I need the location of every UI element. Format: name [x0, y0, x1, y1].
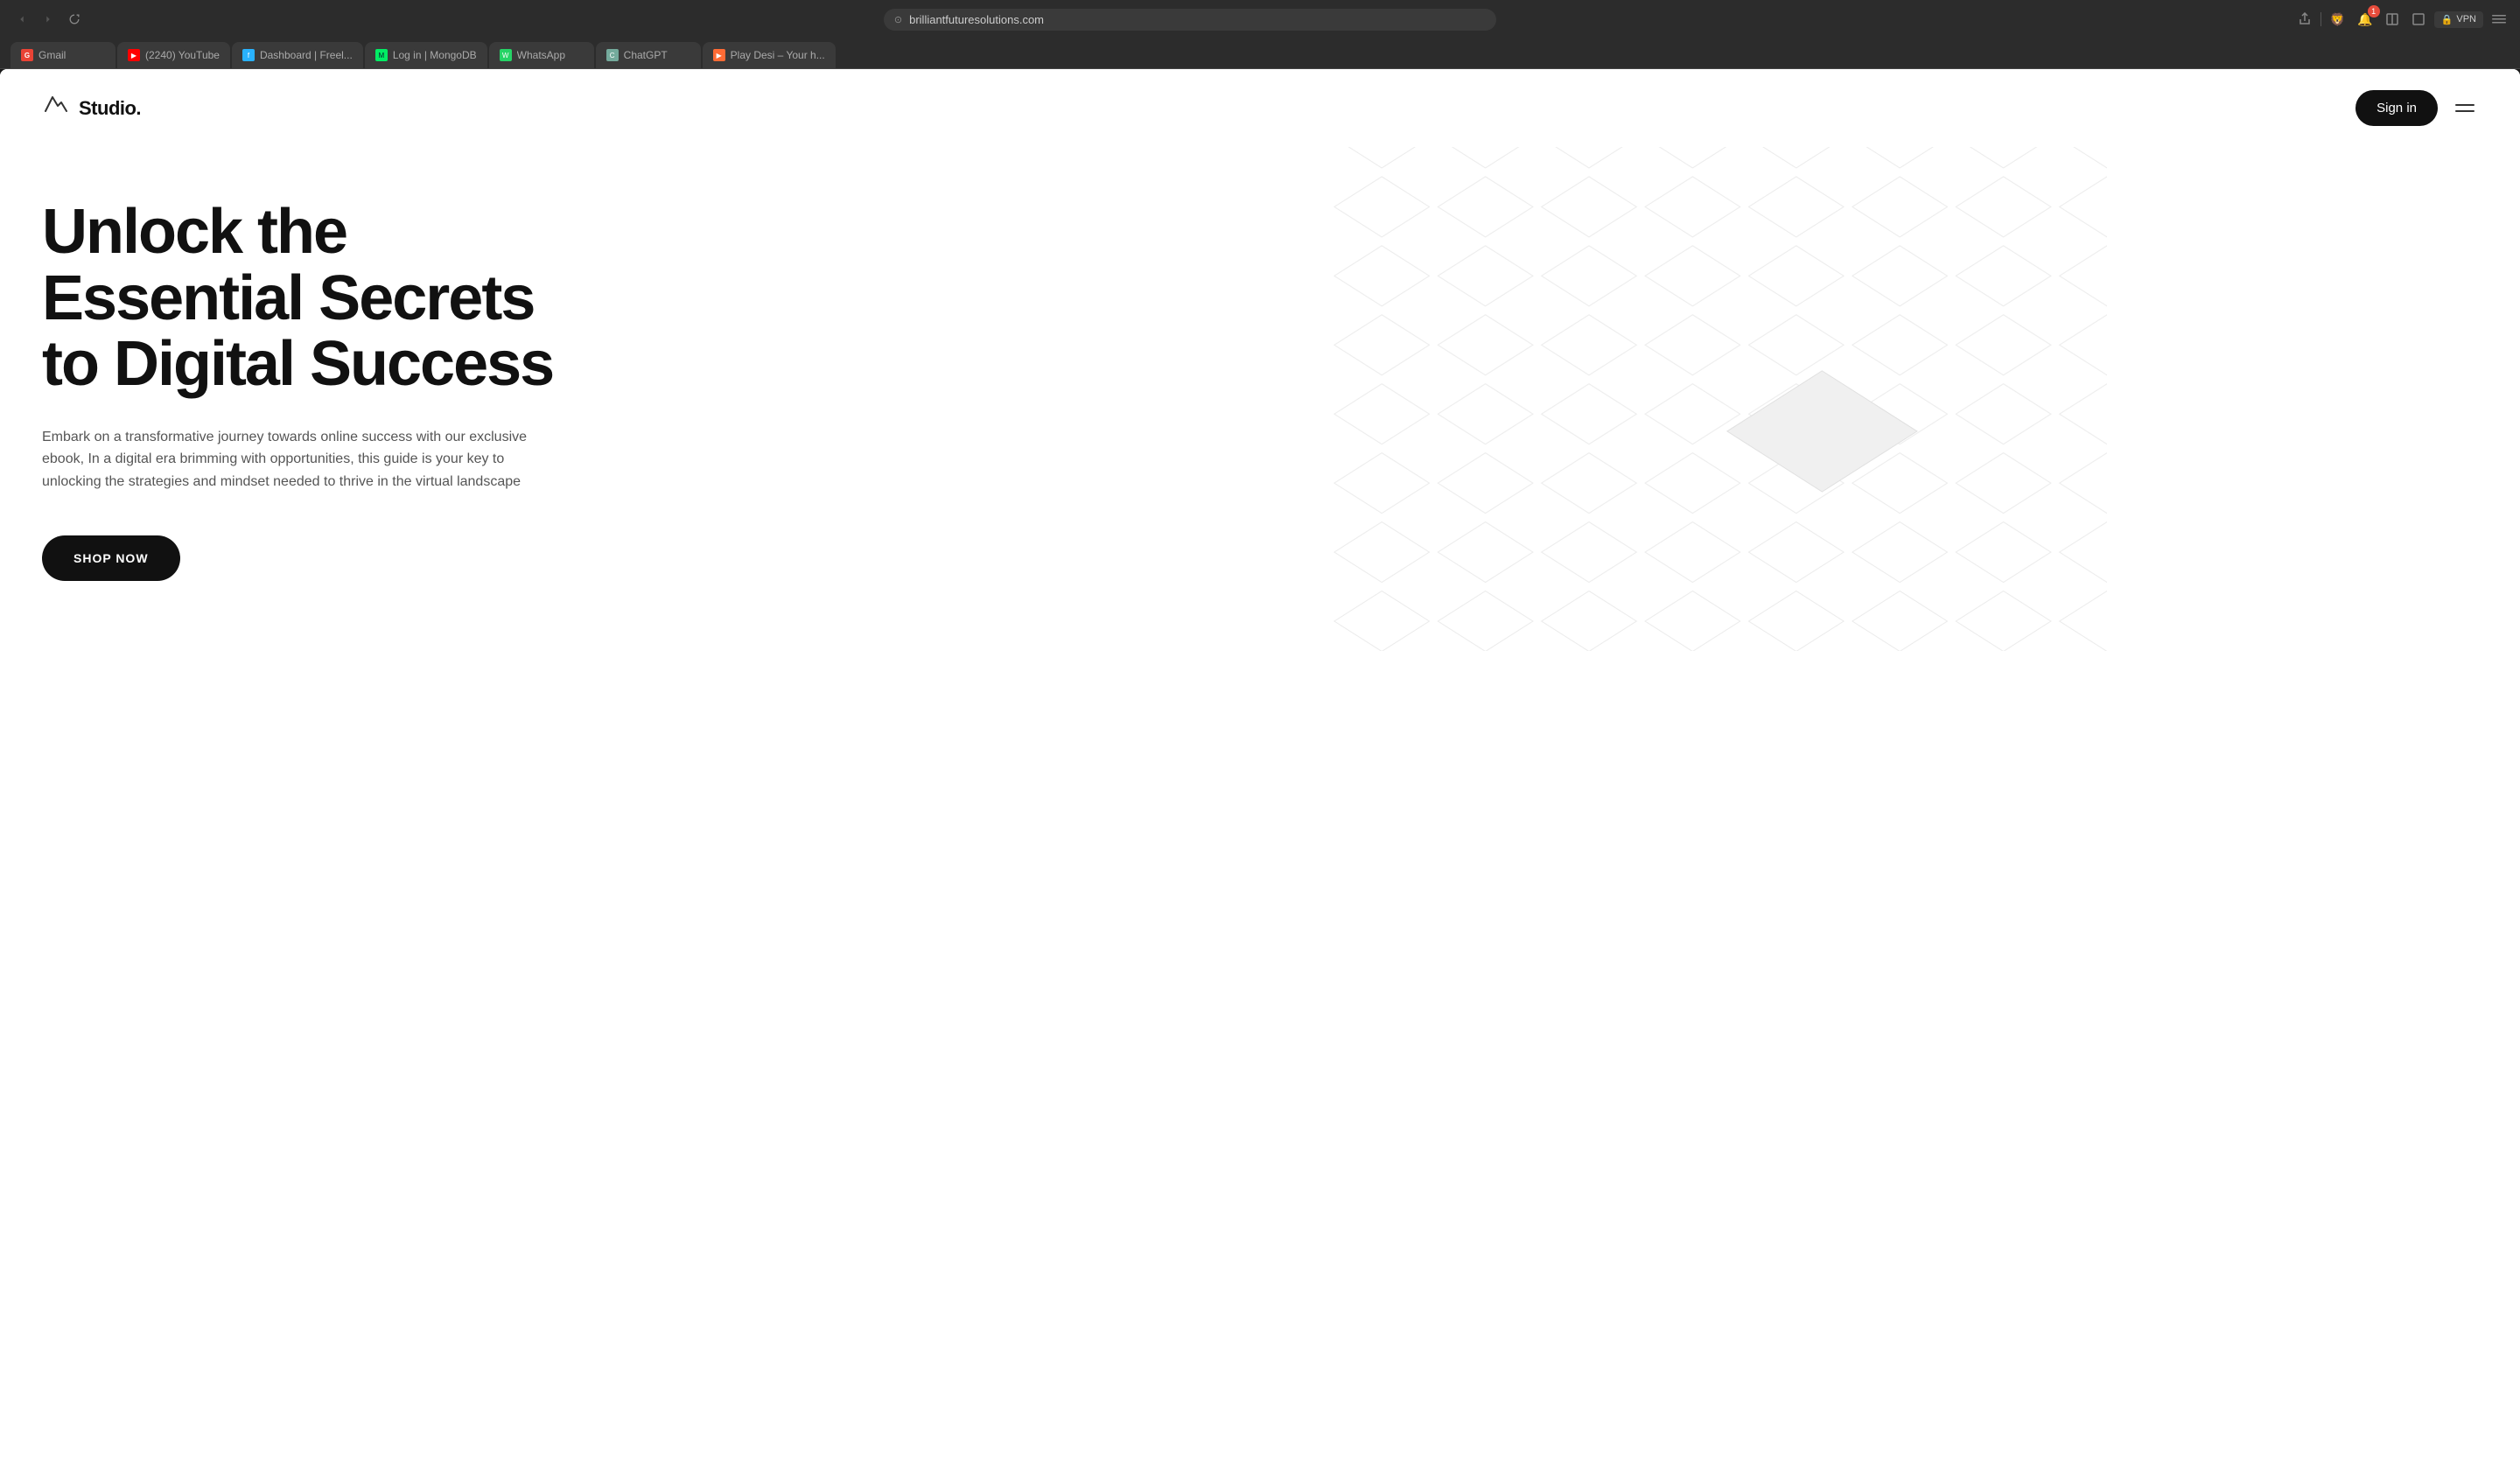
browser-actions: 🦁 🔔 1 🔒 VPN: [2294, 9, 2510, 31]
vpn-label: VPN: [2456, 14, 2476, 24]
site-logo: Studio.: [42, 92, 141, 124]
tab-label-freelancer: Dashboard | Freel...: [260, 49, 353, 61]
tab-label-youtube: (2240) YouTube: [145, 49, 220, 61]
logo-text: Studio.: [79, 97, 141, 120]
tab-favicon-playdesi: ▶: [713, 49, 725, 61]
address-bar[interactable]: ⊙ brilliantfuturesolutions.com: [884, 9, 1496, 31]
hero-section: Unlock the Essential Secrets to Digital …: [0, 147, 2520, 651]
browser-tabs: G Gmail ▶ (2240) YouTube f Dashboard | F…: [0, 38, 2520, 68]
share-button[interactable]: [2294, 9, 2315, 30]
tab-favicon-chatgpt: C: [606, 49, 619, 61]
background-pattern: [900, 147, 2520, 651]
tab-label-whatsapp: WhatsApp: [517, 49, 565, 61]
website-wrapper: Studio. Sign in Unlock t: [0, 69, 2520, 1462]
address-text: brilliantfuturesolutions.com: [909, 13, 1486, 26]
tab-favicon-whatsapp: W: [500, 49, 512, 61]
sign-in-button[interactable]: Sign in: [2356, 90, 2438, 126]
tab-favicon-freelancer: f: [242, 49, 255, 61]
nav-buttons: [10, 10, 86, 29]
brave-shield-button[interactable]: 🦁: [2327, 9, 2348, 31]
tab-mongodb[interactable]: M Log in | MongoDB: [365, 42, 487, 68]
tab-label-gmail: Gmail: [38, 49, 66, 61]
browser-toolbar: ⊙ brilliantfuturesolutions.com 🦁 🔔 1: [0, 0, 2520, 38]
tab-favicon-gmail: G: [21, 49, 33, 61]
hero-title-line3: to Digital Success: [42, 329, 553, 399]
tab-label-chatgpt: ChatGPT: [624, 49, 668, 61]
tab-gmail[interactable]: G Gmail: [10, 42, 116, 68]
reload-button[interactable]: [63, 10, 86, 29]
menu-line-1: [2455, 104, 2474, 106]
hero-title-line1: Unlock the: [42, 197, 346, 267]
logo-icon: [42, 92, 70, 124]
tab-chatgpt[interactable]: C ChatGPT: [596, 42, 701, 68]
menu-line-2: [2455, 110, 2474, 112]
tab-favicon-youtube: ▶: [128, 49, 140, 61]
download-button[interactable]: [2408, 9, 2429, 30]
browser-chrome: ⊙ brilliantfuturesolutions.com 🦁 🔔 1: [0, 0, 2520, 68]
back-button[interactable]: [10, 10, 33, 29]
notification-count: 1: [2368, 5, 2380, 17]
site-nav-actions: Sign in: [2356, 90, 2478, 126]
vpn-button[interactable]: 🔒 VPN: [2434, 11, 2483, 28]
hero-title: Unlock the Essential Secrets to Digital …: [42, 199, 637, 398]
tab-favicon-mongodb: M: [375, 49, 388, 61]
menu-button[interactable]: [2452, 101, 2478, 115]
tab-label-mongodb: Log in | MongoDB: [393, 49, 477, 61]
forward-button[interactable]: [37, 10, 60, 29]
shop-now-button[interactable]: SHOP NOW: [42, 535, 180, 581]
tab-freelancer[interactable]: f Dashboard | Freel...: [232, 42, 363, 68]
sidebar-reader-button[interactable]: [2382, 9, 2403, 30]
hamburger-button[interactable]: [2488, 9, 2510, 30]
tab-playdesi[interactable]: ▶ Play Desi – Your h...: [703, 42, 836, 68]
hero-subtitle: Embark on a transformative journey towar…: [42, 426, 532, 493]
notification-container: 🔔 1: [2354, 9, 2376, 31]
site-nav: Studio. Sign in: [0, 69, 2520, 147]
hero-content: Unlock the Essential Secrets to Digital …: [42, 199, 637, 581]
tab-label-playdesi: Play Desi – Your h...: [731, 49, 825, 61]
hero-title-line2: Essential Secrets: [42, 263, 534, 333]
tab-whatsapp[interactable]: W WhatsApp: [489, 42, 594, 68]
brave-shield-container: 🦁: [2327, 9, 2348, 31]
address-icon: ⊙: [894, 14, 902, 25]
tab-youtube[interactable]: ▶ (2240) YouTube: [117, 42, 230, 68]
